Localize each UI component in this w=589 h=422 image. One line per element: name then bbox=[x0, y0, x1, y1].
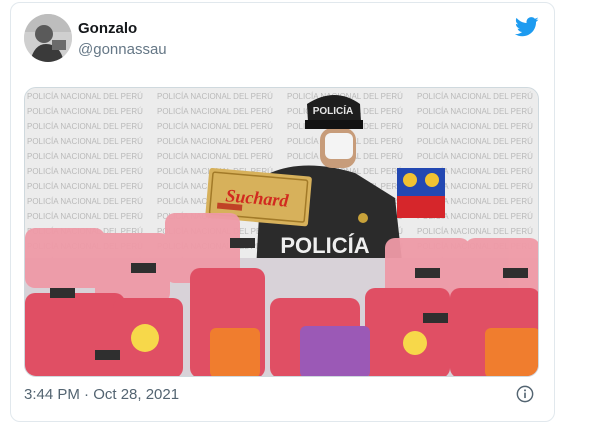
tweet-timestamp[interactable]: 3:44 PM · Oct 28, 2021 bbox=[24, 386, 179, 403]
avatar[interactable] bbox=[24, 14, 72, 62]
info-icon[interactable] bbox=[516, 385, 534, 403]
twitter-bird-icon[interactable] bbox=[515, 16, 539, 38]
cap-text: POLICÍA bbox=[313, 104, 354, 117]
vest-text: POLICÍA bbox=[280, 233, 369, 258]
author-name[interactable]: Gonzalo bbox=[78, 20, 137, 37]
avatar-image bbox=[24, 14, 72, 62]
police-candy-photo: POLICÍA NACIONAL DEL PERÚ POLICÍA POLICÍ… bbox=[25, 88, 538, 376]
author-handle[interactable]: @gonnassau bbox=[78, 41, 167, 58]
tweet-photo[interactable]: POLICÍA NACIONAL DEL PERÚ POLICÍA POLICÍ… bbox=[24, 87, 539, 377]
